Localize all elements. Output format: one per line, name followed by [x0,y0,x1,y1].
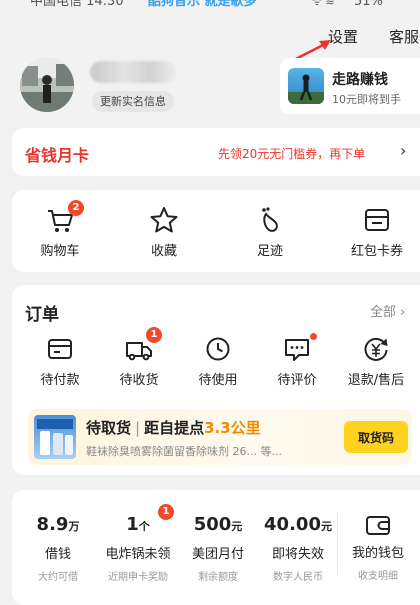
pending-receipt-badge: 1 [146,327,162,343]
wallet-card: 8.9万 借钱 大约可借 1个 电炸锅未领 近期申卡奖励 1 500元 美团月付… [12,490,420,605]
orders-card: 订单 全部 › 待付款 待收货 1 待使用 待评价 退款/售后 待取货 | 距自… [12,285,420,475]
monthly-pay-unit: 元 [231,520,243,533]
borrow-label: 借钱 [44,547,71,562]
coupons-button[interactable]: 红包卡券 [342,206,412,259]
expiring-value: 40.00元 [260,514,336,535]
username-blurred [90,61,176,83]
expiring-label: 即将失效 [271,547,324,562]
walk-thumbnail [288,68,324,104]
order-refund[interactable]: 退款/售后 [338,335,414,388]
walk-subtitle: 10元即将到手 [332,93,401,106]
monthly-saving-promo: 先领20元无门槛券，再下单 [218,147,366,161]
all-orders-link[interactable]: 全部 › [370,301,405,320]
my-wallet-button[interactable]: 我的钱包 收支明细 [345,514,411,582]
monthly-saving-title: 省钱月卡 [25,146,90,165]
wallet-icon [366,516,390,535]
borrow-sub: 大约可借 [38,572,78,583]
wallet-item-monthly-pay[interactable]: 500元 美团月付 剩余额度 [184,514,252,583]
favorites-button[interactable]: 收藏 [129,206,199,259]
favorites-label: 收藏 [150,244,177,259]
status-bar: 中国电信 14:30 酷狗音乐 就是歌多 ᯤ ≋ 51% [0,0,420,14]
expiring-unit: 元 [320,520,332,533]
pickup-description: 鞋袜除臭喷雾除菌留香除味剂 26... 等... [86,445,282,458]
my-wallet-label: 我的钱包 [351,546,404,561]
cart-label: 购物车 [40,244,80,259]
to-use-label: 待使用 [198,373,238,388]
wallet-item-borrow[interactable]: 8.9万 借钱 大约可借 [26,514,90,583]
avatar[interactable] [20,58,74,112]
expiring-amount: 40.00 [264,514,321,535]
airfryer-label: 电炸锅未领 [105,547,171,562]
expiring-sub: 数字人民币 [273,572,323,583]
refund-icon [364,337,388,361]
pickup-title: 待取货 | 距自提点3.3公里 [86,417,261,438]
refund-label: 退款/售后 [347,373,405,388]
monthly-pay-value: 500元 [184,514,252,535]
coupons-label: 红包卡券 [350,244,403,259]
airfryer-badge: 1 [158,504,174,520]
payment-card-icon [48,339,72,359]
footprint-icon [262,207,278,232]
battery-indicator: 51% [354,0,383,9]
airfryer-sub: 近期申卡奖励 [108,572,168,583]
order-pending-receipt[interactable]: 待收货 1 [101,327,177,388]
pickup-distance: 3.3公里 [204,419,261,437]
walk-earn-card[interactable]: 走路赚钱 10元即将到手 [280,58,420,114]
orders-title: 订单 [25,305,59,325]
avatar-photo [20,58,74,112]
order-to-review[interactable]: 待评价 [259,333,335,388]
pickup-product-image [34,415,76,459]
star-icon [150,207,178,233]
to-review-dot [310,333,317,340]
pickup-separator: | [135,419,141,437]
monthly-pay-label: 美团月付 [191,547,244,562]
update-realname-button[interactable]: 更新实名信息 [92,91,174,112]
signal-icon: ᯤ ≋ [312,0,335,8]
order-pending-payment[interactable]: 待付款 [22,335,98,388]
wallet-divider [337,512,338,574]
airfryer-amount: 1 [126,514,139,535]
carrier-time: 中国电信 14:30 [30,0,124,9]
walk-title: 走路赚钱 [332,72,388,88]
customer-service-link[interactable]: 客服 [389,26,419,47]
wallet-item-expiring[interactable]: 40.00元 即将失效 数字人民币 [260,514,336,583]
airfryer-unit: 个 [138,520,150,533]
to-review-label: 待评价 [277,373,317,388]
order-to-use[interactable]: 待使用 [180,335,256,388]
clock-icon [206,337,230,361]
monthly-pay-amount: 500 [193,514,232,535]
pending-payment-label: 待付款 [40,373,80,388]
pending-receipt-label: 待收货 [119,373,159,388]
pickup-distance-prefix: 距自提点 [144,419,205,437]
monthly-pay-sub: 剩余额度 [198,572,238,583]
borrow-value: 8.9万 [26,514,90,535]
coupon-icon [365,209,389,231]
cart-count-badge: 2 [68,200,84,216]
footprint-button[interactable]: 足迹 [235,206,305,259]
cart-button[interactable]: 购物车 2 [25,200,95,259]
pickup-banner[interactable]: 待取货 | 距自提点3.3公里 鞋袜除臭喷雾除菌留香除味剂 26... 等... 取… [28,409,412,465]
borrow-amount: 8.9 [36,514,69,535]
status-banner: 酷狗音乐 就是歌多 [148,0,257,9]
comment-icon [285,339,309,361]
pickup-code-button[interactable]: 取货码 [344,421,408,453]
chevron-right-icon: › [400,141,407,160]
borrow-unit: 万 [68,520,80,533]
quick-links-card: 购物车 2 收藏 足迹 红包卡券 [12,190,420,272]
footprint-label: 足迹 [256,244,283,259]
my-wallet-sub: 收支明细 [358,571,398,582]
monthly-saving-card[interactable]: 省钱月卡 先领20元无门槛券，再下单 › [12,128,420,176]
pickup-status: 待取货 [86,419,132,437]
wallet-item-airfryer[interactable]: 1个 电炸锅未领 近期申卡奖励 1 [102,504,174,583]
